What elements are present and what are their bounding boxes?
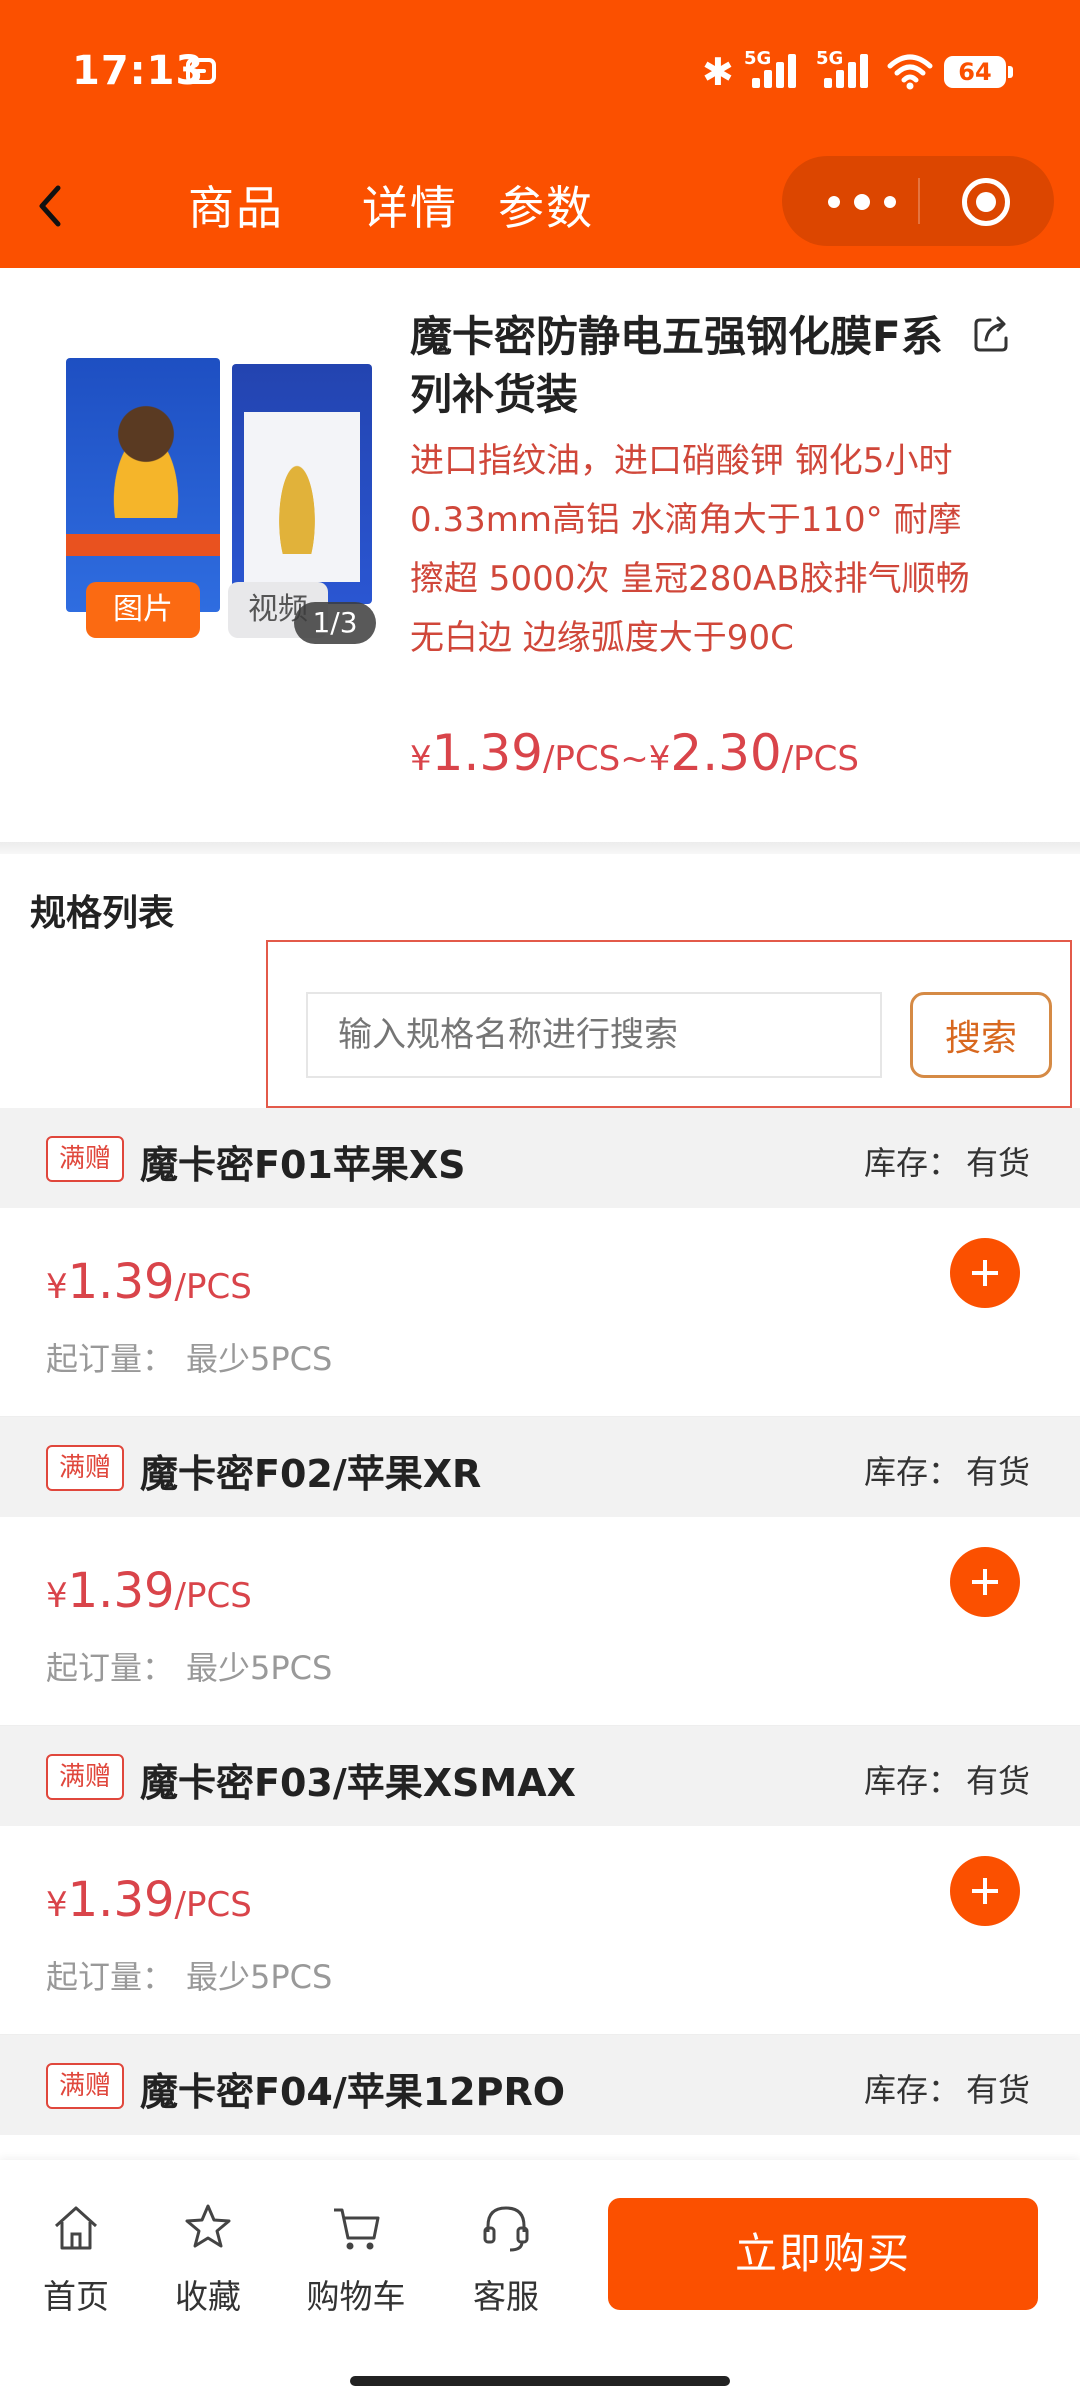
gift-badge: 满赠 xyxy=(46,1754,124,1800)
spec-name: 魔卡密F02/苹果XR xyxy=(140,1452,482,1496)
nav-favorite[interactable]: 收藏 xyxy=(148,2200,268,2318)
mini-program-capsule xyxy=(782,156,1054,246)
spec-item-header: 满赠 魔卡密F04/苹果12PRO 库存： 有货 xyxy=(0,2035,1080,2135)
battery-indicator: 64 xyxy=(944,56,1013,88)
gallery-counter: 1/3 xyxy=(294,602,376,644)
spec-name: 魔卡密F04/苹果12PRO xyxy=(140,2070,566,2114)
image-chip[interactable]: 图片 xyxy=(86,582,200,638)
top-header: 17:13 ✱ 5G 5G 64 商品 详情 参数 xyxy=(0,0,1080,268)
star-icon xyxy=(185,2204,231,2248)
add-to-cart-button[interactable] xyxy=(950,1238,1020,1308)
more-icon[interactable] xyxy=(828,194,908,210)
add-to-cart-button[interactable] xyxy=(950,1547,1020,1617)
stock-value: 有货 xyxy=(966,1453,1031,1491)
close-mini-program-icon[interactable] xyxy=(962,178,1010,226)
status-time: 17:13 xyxy=(72,48,205,94)
minimum-order: 起订量： 最少5PCS xyxy=(46,1649,333,1687)
wifi-icon xyxy=(887,54,933,90)
nav-home-label: 首页 xyxy=(43,2277,109,2316)
tab-details[interactable]: 详情 xyxy=(362,172,458,238)
spec-search-input[interactable] xyxy=(306,992,882,1078)
product-image-package-second xyxy=(232,364,372,604)
nav-bar: 商品 详情 参数 xyxy=(0,150,1080,260)
add-to-cart-button[interactable] xyxy=(950,1856,1020,1926)
headset-icon xyxy=(483,2206,529,2252)
nav-service[interactable]: 客服 xyxy=(446,2200,566,2318)
product-gallery[interactable]: 图片 视频 1/3 xyxy=(60,358,380,658)
currency-symbol: ¥ xyxy=(410,739,432,779)
product-title: 魔卡密防静电五强钢化膜F系列补货装 xyxy=(410,312,943,419)
tab-product[interactable]: 商品 xyxy=(188,172,284,238)
stock-label: 库存： xyxy=(864,1453,961,1491)
spec-price: ¥1.39/PCS xyxy=(46,1872,252,1928)
network-type-label: 5G xyxy=(744,48,772,69)
stock-value: 有货 xyxy=(966,1144,1031,1182)
gift-badge: 满赠 xyxy=(46,1445,124,1491)
buy-now-button[interactable]: 立即购买 xyxy=(608,2198,1038,2310)
status-bar: 17:13 ✱ 5G 5G 64 xyxy=(0,0,1080,140)
spec-price: ¥1.39/PCS xyxy=(46,1254,252,1310)
search-button[interactable]: 搜索 xyxy=(910,992,1052,1078)
stock-label: 库存： xyxy=(864,1144,961,1182)
price-low: 1.39 xyxy=(431,724,543,782)
price-high: 2.30 xyxy=(670,724,782,782)
price-unit-2: /PCS xyxy=(781,739,859,779)
section-divider xyxy=(0,842,1080,854)
back-arrow-icon[interactable] xyxy=(30,176,70,236)
minimum-order: 起订量： 最少5PCS xyxy=(46,1340,333,1378)
gift-badge: 满赠 xyxy=(46,2063,124,2109)
spec-item-header: 满赠 魔卡密F02/苹果XR 库存： 有货 xyxy=(0,1417,1080,1517)
spec-list-title: 规格列表 xyxy=(30,893,175,934)
gift-badge: 满赠 xyxy=(46,1136,124,1182)
nav-cart-label: 购物车 xyxy=(306,2277,406,2316)
stock-label: 库存： xyxy=(864,2071,961,2109)
product-description: 进口指纹油，进口硝酸钾 钢化5小时 0.33mm高铝 水滴角大于110° 耐摩擦… xyxy=(410,441,970,658)
cart-icon xyxy=(334,2208,380,2250)
spec-name: 魔卡密F03/苹果XSMAX xyxy=(140,1761,576,1805)
network-type-label-2: 5G xyxy=(816,48,844,69)
nav-home[interactable]: 首页 xyxy=(16,2200,136,2318)
stock-value: 有货 xyxy=(966,1762,1031,1800)
price-unit: /PCS xyxy=(542,739,621,779)
nav-service-label: 客服 xyxy=(473,2277,539,2316)
bluetooth-icon: ✱ xyxy=(702,50,734,94)
spec-list: 满赠 魔卡密F01苹果XS 库存： 有货 ¥1.39/PCS 起订量： 最少5PC… xyxy=(0,1108,1080,2344)
signal-icon: 5G xyxy=(744,48,806,88)
spec-item: 满赠 魔卡密F02/苹果XR 库存： 有货 ¥1.39/PCS 起订量： 最少5P… xyxy=(0,1417,1080,1726)
signal-icon-2: 5G xyxy=(816,48,878,88)
currency-symbol-2: ¥ xyxy=(648,739,671,779)
tab-params[interactable]: 参数 xyxy=(498,172,594,238)
minimum-order: 起订量： 最少5PCS xyxy=(46,1958,333,1996)
spec-search-area: 搜索 xyxy=(266,940,1072,1108)
stock-value: 有货 xyxy=(966,2071,1031,2109)
share-icon[interactable] xyxy=(970,312,1014,356)
notification-icon xyxy=(186,58,216,84)
home-indicator[interactable] xyxy=(350,2376,730,2386)
nav-cart[interactable]: 购物车 xyxy=(296,2200,416,2318)
product-summary: 图片 视频 1/3 魔卡密防静电五强钢化膜F系列补货装 进口指纹油，进口硝酸钾 … xyxy=(0,268,1080,848)
home-icon xyxy=(54,2206,98,2250)
bottom-action-bar: 首页 收藏 购物车 客服 立即购买 xyxy=(0,2160,1080,2401)
spec-item: 满赠 魔卡密F03/苹果XSMAX 库存： 有货 ¥1.39/PCS 起订量：最… xyxy=(0,1726,1080,2035)
nav-favorite-label: 收藏 xyxy=(175,2277,241,2316)
price-separator: ~ xyxy=(620,739,649,779)
stock-label: 库存： xyxy=(864,1762,961,1800)
spec-price: ¥1.39/PCS xyxy=(46,1563,252,1619)
spec-name: 魔卡密F01苹果XS xyxy=(140,1143,466,1187)
product-image-package-front xyxy=(66,358,220,612)
spec-item-header: 满赠 魔卡密F03/苹果XSMAX 库存： 有货 xyxy=(0,1726,1080,1826)
spec-item: 满赠 魔卡密F01苹果XS 库存： 有货 ¥1.39/PCS 起订量： 最少5PC… xyxy=(0,1108,1080,1417)
product-price-range: ¥1.39/PCS~¥2.30/PCS xyxy=(410,724,859,782)
spec-item-header: 满赠 魔卡密F01苹果XS 库存： 有货 xyxy=(0,1108,1080,1208)
